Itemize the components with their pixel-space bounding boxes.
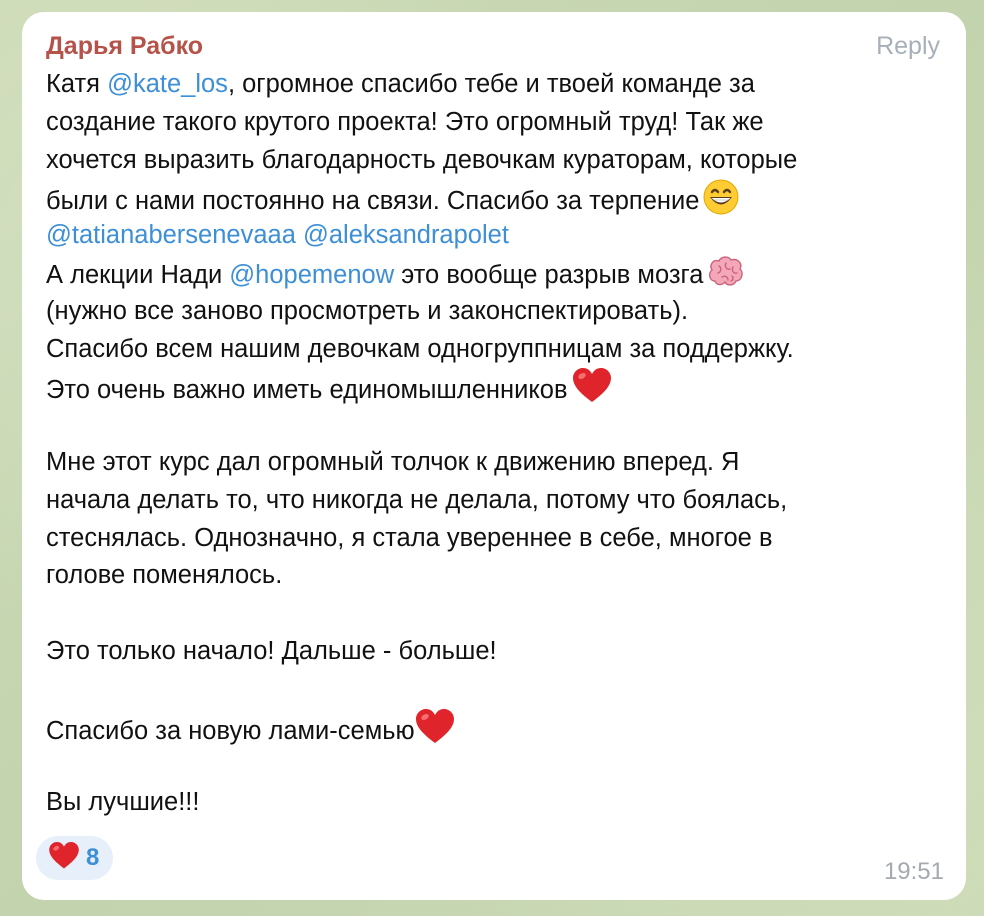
message-line: хочется выразить благодарность девочкам … — [46, 145, 798, 174]
message-line: начала делать то, что никогда не делала,… — [46, 485, 788, 514]
message-text: Катя @kate_los, огромное спасибо тебе и … — [46, 66, 946, 822]
message-line: создание такого крутого проекта! Это огр… — [46, 107, 764, 136]
mention-link-tail[interactable]: aa — [268, 221, 303, 249]
message-line: голове поменялось. — [46, 561, 283, 590]
red-heart-emoji-icon — [572, 368, 612, 416]
message-line: Спасибо за новую лами-семью — [46, 708, 946, 747]
message-time: 19:51 — [883, 858, 944, 885]
message-line: стеснялась. Однозначно, я стала уверенне… — [46, 523, 773, 552]
message-line: Вы лучшие!!! — [46, 788, 200, 817]
reply-button[interactable]: Reply — [876, 32, 940, 61]
message-line: А лекции Нади @hopemenow это вообще разр… — [46, 255, 946, 293]
author-name[interactable]: Дарья Рабко — [46, 32, 203, 61]
brain-emoji-icon — [707, 255, 745, 301]
reaction-button[interactable]: 8 — [36, 836, 114, 880]
mention-link[interactable]: @aleksandrapolet — [303, 221, 509, 249]
mention-link[interactable]: @tatianaberseneva — [46, 221, 268, 249]
grinning-face-emoji-icon — [703, 179, 739, 227]
mention-link[interactable]: @hopemenow — [229, 261, 394, 289]
message-line: (нужно все заново просмотреть и законспе… — [46, 296, 689, 325]
message-line: Это только начало! Дальше - больше! — [46, 636, 497, 665]
mention-link[interactable]: @kate_los — [107, 70, 228, 98]
message-line: @tatianabersenevaaa @aleksandrapolet — [46, 217, 946, 255]
message-line: Катя @kate_los, огромное спасибо тебе и … — [46, 70, 755, 98]
red-heart-emoji-icon — [415, 708, 455, 757]
message-line: Это очень важно иметь единомышленников — [46, 368, 946, 406]
heart-icon — [48, 841, 80, 875]
message-line: Мне этот курс дал огромный толчок к движ… — [46, 447, 740, 476]
reaction-count: 8 — [86, 844, 100, 871]
message-bubble[interactable]: Дарья Рабко Reply Катя @kate_los, огромн… — [22, 12, 966, 900]
message-line: были с нами постоянно на связи. Спасибо … — [46, 179, 946, 217]
message-line: Спасибо всем нашим девочкам одногруппниц… — [46, 334, 794, 363]
